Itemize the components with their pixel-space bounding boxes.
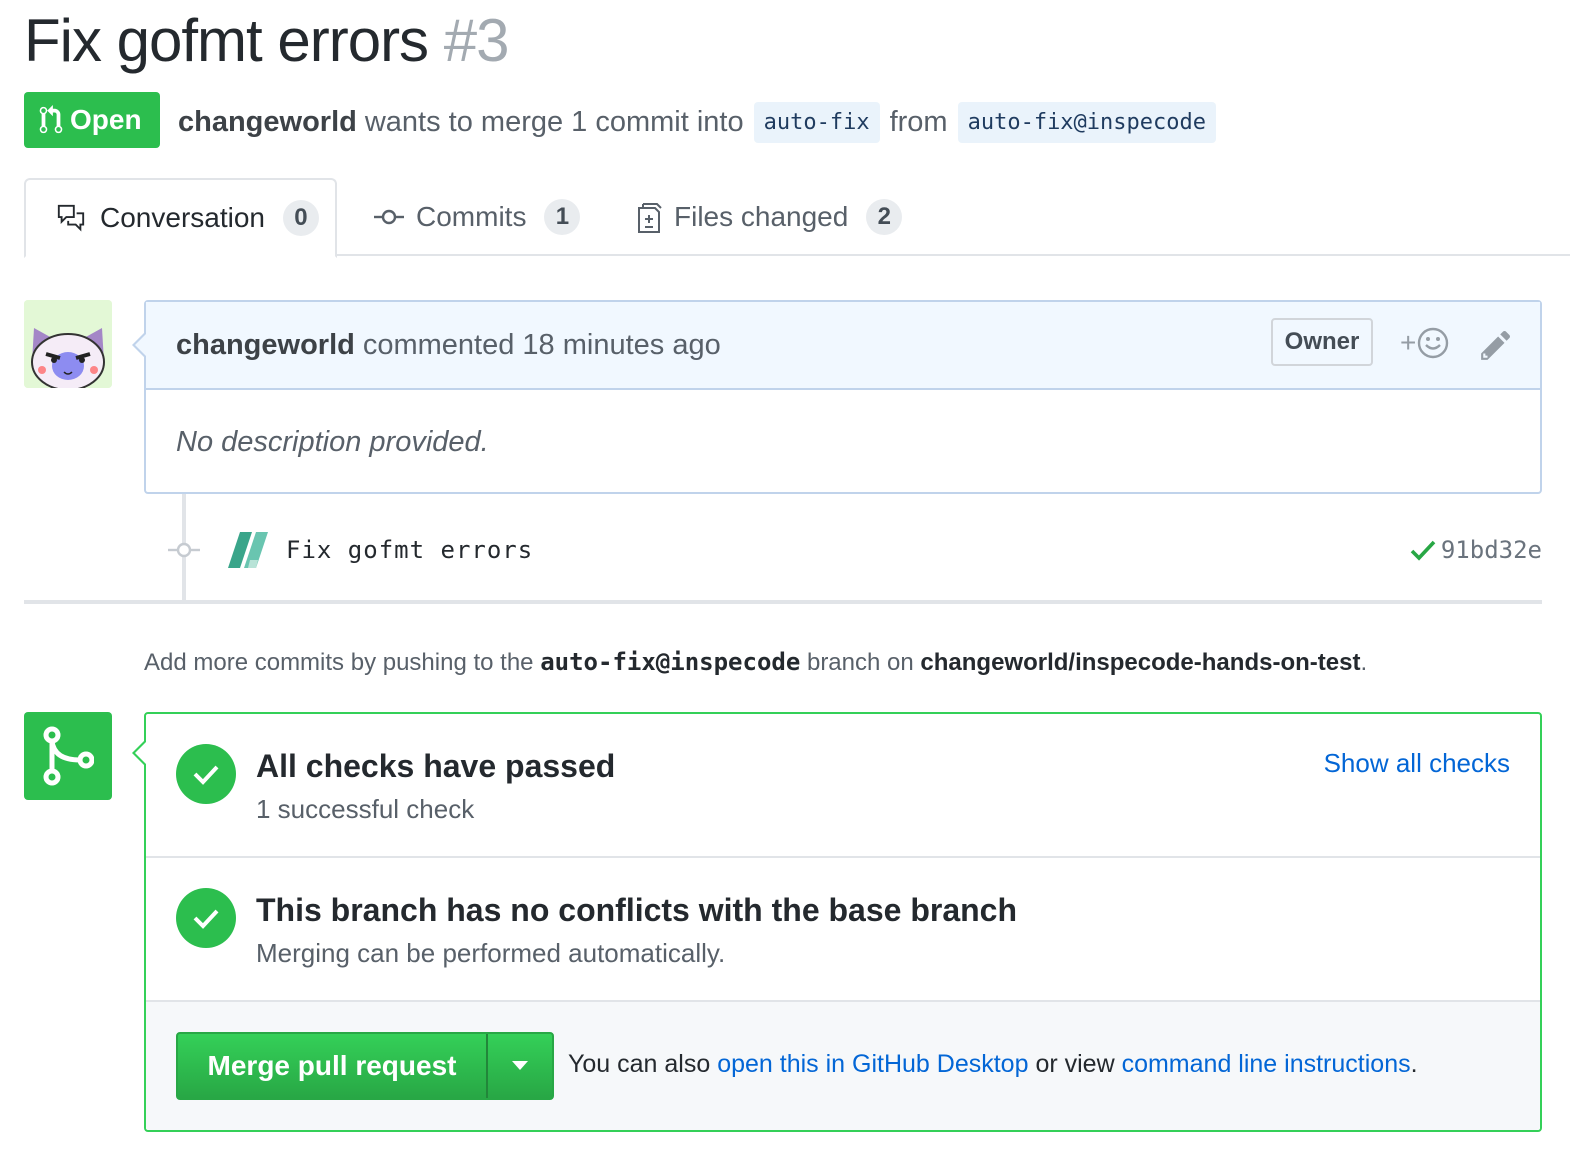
checks-subtitle: 1 successful check [256, 794, 475, 824]
checks-title: All checks have passed [256, 748, 616, 784]
tab-conversation-count: 0 [282, 200, 319, 236]
conflict-status-circle [176, 888, 236, 948]
merge-method-dropdown[interactable] [488, 1034, 552, 1098]
git-pull-request-icon [39, 105, 63, 134]
check-icon [193, 765, 219, 785]
merge-footer: Merge pull request You can also open thi… [146, 1002, 1540, 1130]
pr-merge-text: wants to merge 1 commit into [364, 105, 744, 138]
open-github-desktop-link[interactable]: open this in GitHub Desktop [717, 1050, 1028, 1078]
show-all-checks-link[interactable]: Show all checks [1324, 748, 1510, 779]
timeline-divider [24, 600, 1542, 604]
merge-status-icon [24, 712, 112, 800]
comment-body: No description provided. [176, 426, 489, 458]
push-hint-middle: branch on [806, 649, 914, 676]
push-hint-prefix: Add more commits by pushing to the [144, 649, 534, 676]
pr-number: #3 [443, 7, 510, 74]
command-line-instructions-link[interactable]: command line instructions [1122, 1050, 1411, 1078]
head-branch[interactable]: auto-fix@inspecode [957, 101, 1217, 143]
pr-state-label: Open [70, 104, 142, 135]
comment-box: changeworld commented 18 minutes ago Own… [132, 300, 1542, 494]
inspecode-logo-icon [228, 532, 268, 568]
footer-suffix: . [1410, 1050, 1418, 1078]
check-icon [1410, 540, 1436, 561]
tab-conversation-label: Conversation [100, 202, 265, 233]
pencil-icon[interactable] [1480, 328, 1512, 362]
commit-sha[interactable]: 91bd32e [1409, 536, 1542, 564]
reaction-plus: + [1400, 327, 1417, 358]
pr-title: Fix gofmt errors #3 [24, 6, 510, 75]
file-diff-icon [638, 203, 662, 233]
triangle-down-icon [512, 1061, 528, 1070]
commit-sha-text: 91bd32e [1440, 536, 1542, 564]
footer-prefix: You can also [568, 1050, 711, 1078]
pr-from-text: from [889, 105, 948, 138]
tab-files-count: 2 [866, 199, 903, 235]
smiley-icon [1418, 327, 1449, 359]
check-icon [193, 909, 219, 929]
add-reaction-button[interactable]: + [1400, 326, 1450, 360]
tab-files-changed[interactable]: Files changed 2 [636, 178, 903, 256]
comment-header: changeworld commented 18 minutes ago Own… [146, 302, 1540, 390]
push-hint-suffix: . [1360, 649, 1368, 676]
check-status-circle [176, 744, 236, 804]
merge-footer-text: You can also open this in GitHub Desktop… [568, 1050, 1418, 1079]
base-branch[interactable]: auto-fix [753, 101, 880, 143]
merge-button-group: Merge pull request [176, 1032, 554, 1100]
avatar[interactable] [24, 300, 112, 388]
push-hint-branch: auto-fix@inspecode [540, 648, 801, 676]
comment-timestamp[interactable]: commented 18 minutes ago [363, 329, 721, 362]
pr-title-text: Fix gofmt errors [24, 7, 429, 74]
push-hint-repo: changeworld/inspecode-hands-on-test [920, 649, 1361, 676]
tab-commits-count: 1 [544, 199, 581, 235]
owner-badge: Owner [1271, 318, 1373, 366]
commit-message[interactable]: Fix gofmt errors [286, 536, 533, 564]
comment-author[interactable]: changeworld [176, 329, 355, 362]
tab-commits-label: Commits [416, 201, 527, 232]
git-commit-icon [168, 542, 200, 558]
conflicts-title: This branch has no conflicts with the ba… [256, 892, 1018, 928]
comment-discussion-icon [57, 204, 85, 232]
push-hint: Add more commits by pushing to the auto-… [144, 648, 1367, 677]
cat-avatar-icon [24, 300, 112, 388]
merge-box: All checks have passed 1 successful chec… [132, 712, 1542, 1132]
tab-commits[interactable]: Commits 1 [374, 178, 581, 256]
pr-author-link[interactable]: changeworld [178, 106, 357, 139]
tab-files-label: Files changed [674, 201, 849, 232]
merge-pull-request-button[interactable]: Merge pull request [178, 1034, 488, 1098]
footer-mid: or view [1035, 1050, 1115, 1078]
pr-state-badge: Open [24, 92, 160, 148]
conflicts-subtitle: Merging can be performed automatically. [256, 938, 726, 968]
pr-tabs: Conversation 0 Commits 1 Files changed 2 [24, 178, 1570, 258]
conflicts-section: This branch has no conflicts with the ba… [146, 858, 1540, 1002]
pr-meta: changeworld wants to merge 1 commit into… [178, 100, 1226, 144]
git-commit-icon [374, 209, 404, 225]
git-merge-icon [43, 726, 94, 786]
checks-section: All checks have passed 1 successful chec… [146, 714, 1540, 858]
tab-conversation[interactable]: Conversation 0 [24, 178, 337, 258]
